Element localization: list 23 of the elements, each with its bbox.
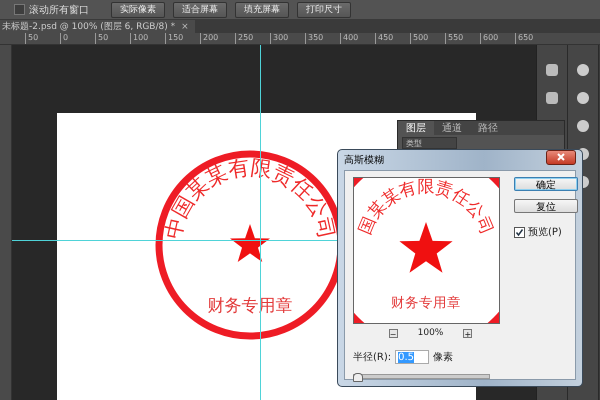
ruler-label: 400: [340, 33, 375, 44]
checkbox-label: 预览(P): [528, 226, 562, 239]
ruler-label: 450: [375, 33, 410, 44]
ruler-label: 300: [270, 33, 305, 44]
ruler-label: 650: [515, 33, 550, 44]
unit-label: 像素: [433, 350, 454, 364]
ruler-label: 600: [480, 33, 515, 44]
ruler-label: 50: [25, 33, 60, 44]
stamp-bottom-text: 财务专用章: [391, 295, 461, 311]
zoom-level: 100%: [418, 328, 444, 338]
ruler-label: 200: [200, 33, 235, 44]
stamp-arc-text: 国某某有限责任公司: [355, 177, 497, 238]
ruler-label: 350: [305, 33, 340, 44]
ruler-label: 100: [130, 33, 165, 44]
radius-label: 半径(R):: [353, 350, 392, 364]
ruler-label: 550: [445, 33, 480, 44]
ruler-label: 250: [235, 33, 270, 44]
ruler-label: 50: [95, 33, 130, 44]
ruler-label: 150: [165, 33, 200, 44]
ruler-label: 0: [60, 33, 95, 44]
dialog-title: 高斯模糊: [344, 154, 384, 167]
ruler-label: 500: [410, 33, 445, 44]
checkbox-label: 滚动所有窗口: [29, 4, 89, 16]
